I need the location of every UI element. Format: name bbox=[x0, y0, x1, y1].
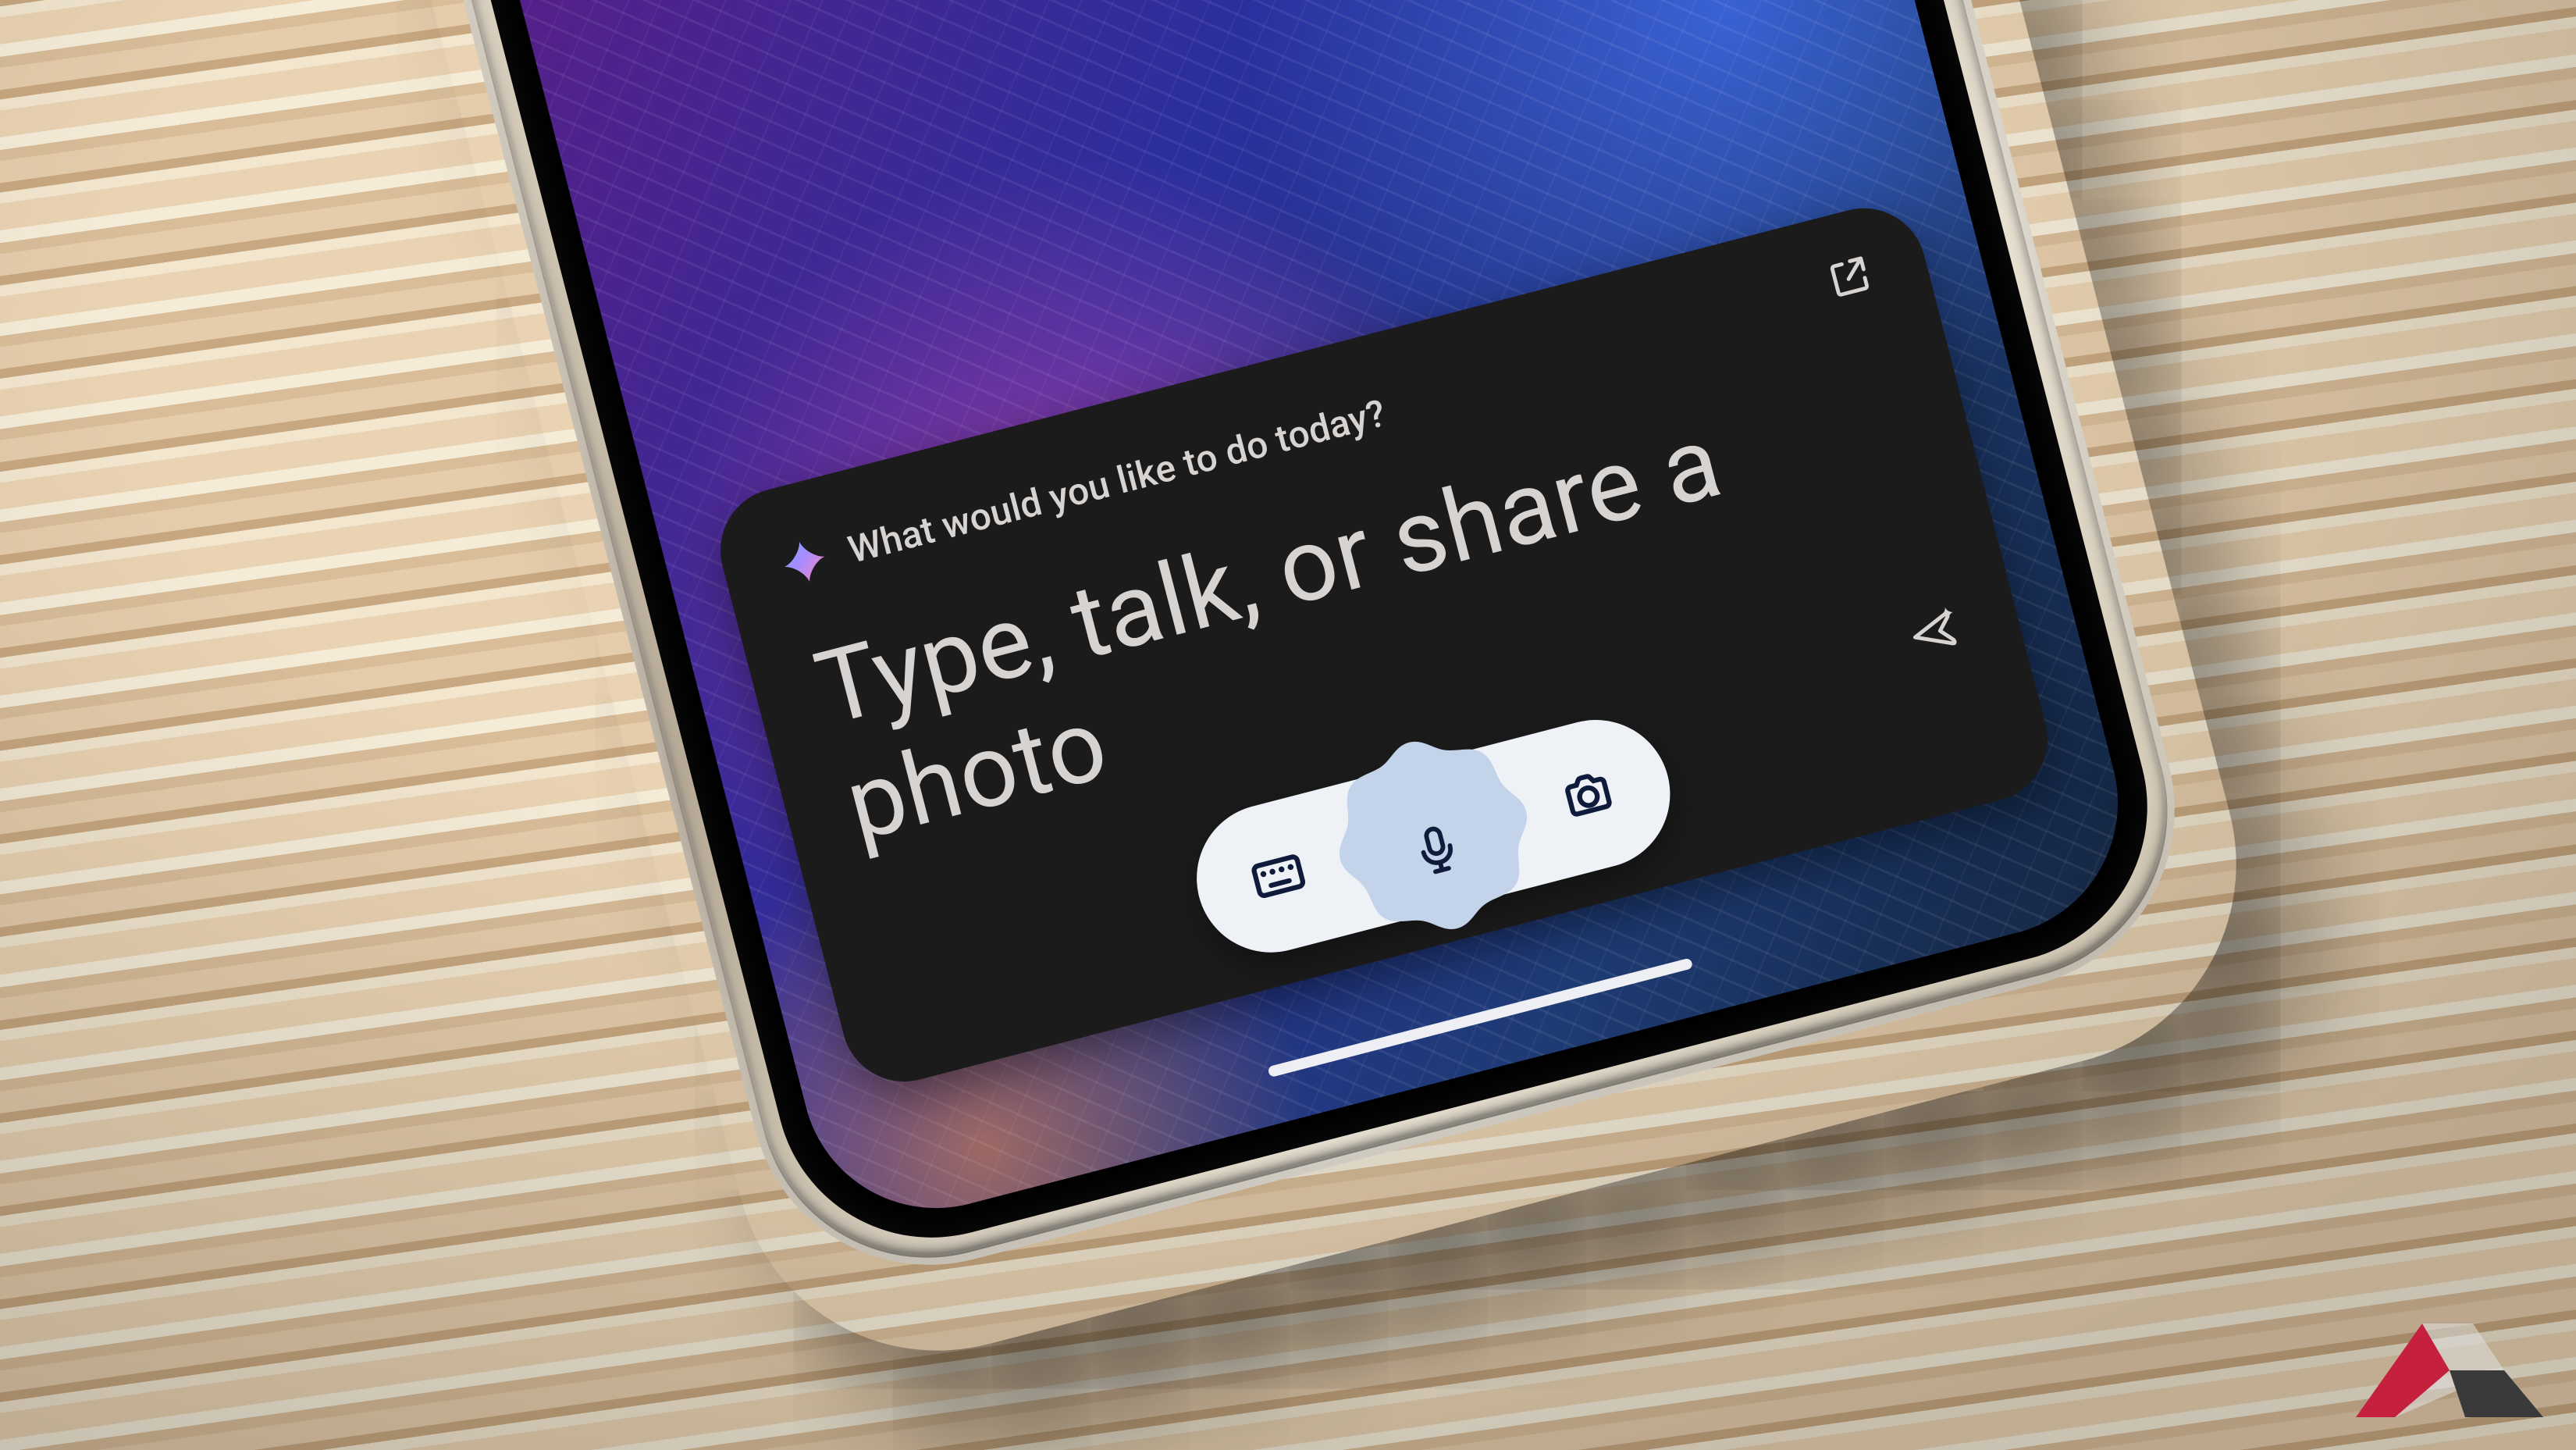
phone-wrapper: What would you like to do today? Type, t… bbox=[136, 0, 2214, 1304]
scene-root: What would you like to do today? Type, t… bbox=[0, 0, 2576, 1450]
sparkle-icon bbox=[777, 534, 832, 590]
keyboard-icon bbox=[1244, 842, 1313, 910]
send-button[interactable] bbox=[1897, 596, 1971, 670]
open-external-icon bbox=[1823, 249, 1878, 305]
send-sparkle-icon bbox=[1902, 601, 1965, 664]
watermark-logo bbox=[2348, 1316, 2551, 1433]
phone: What would you like to do today? Type, t… bbox=[136, 0, 2214, 1304]
camera-icon bbox=[1554, 762, 1623, 831]
